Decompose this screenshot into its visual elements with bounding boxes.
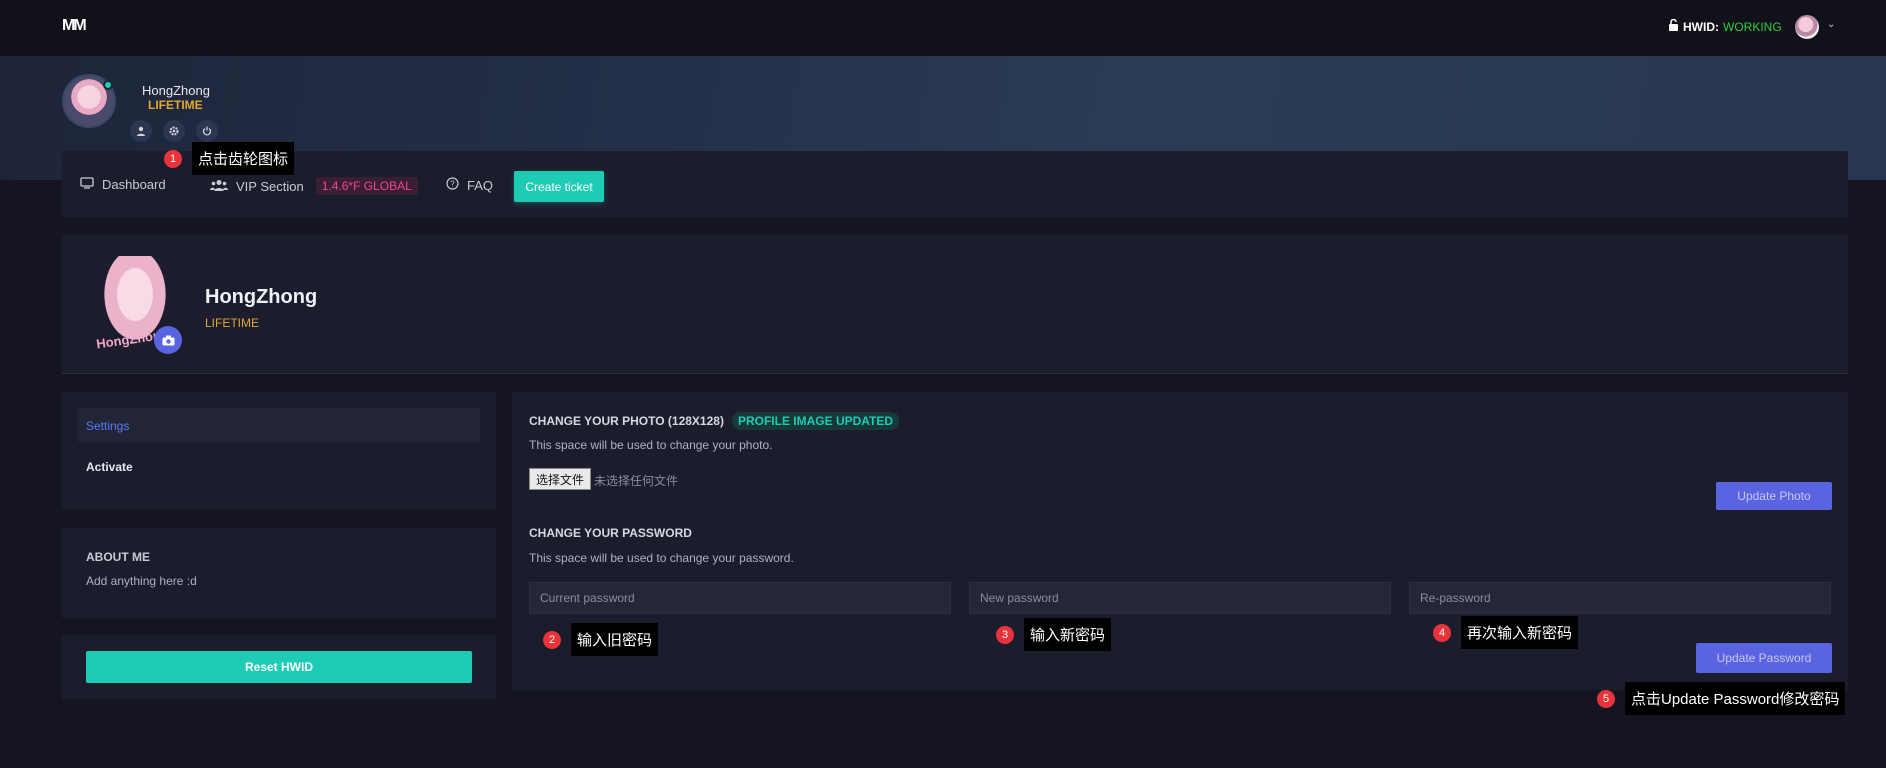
- question-icon: ?: [446, 177, 459, 193]
- callout-text: 输入旧密码: [571, 623, 659, 656]
- photo-desc: This space will be used to change your p…: [529, 438, 773, 452]
- photo-title: CHANGE YOUR PHOTO (128X128): [529, 414, 724, 428]
- choose-file-button[interactable]: 选择文件: [529, 468, 592, 490]
- callout-number: 2: [543, 630, 561, 649]
- nav-item-dashboard[interactable]: Dashboard: [80, 177, 166, 192]
- profile-plan: LIFETIME: [205, 316, 260, 330]
- callout-number: 5: [1597, 689, 1615, 708]
- nav-label: VIP Section: [236, 178, 304, 194]
- callout-number: 4: [1433, 623, 1451, 642]
- lock-open-icon: [1668, 18, 1679, 34]
- users-icon: [210, 179, 228, 194]
- new-password-input[interactable]: [969, 582, 1391, 614]
- profile-card: HongZhon HongZhong LIFETIME: [62, 234, 1848, 374]
- callout-5: 5 点击Update Password修改密码: [1597, 682, 1846, 715]
- about-title: ABOUT ME: [86, 550, 150, 564]
- power-icon[interactable]: [196, 120, 218, 142]
- hwid-label: HWID:: [1683, 19, 1719, 34]
- reset-hwid-button[interactable]: Reset HWID: [86, 651, 472, 683]
- chevron-down-icon[interactable]: ⌄: [1827, 19, 1835, 30]
- sidebar-item-settings[interactable]: Settings: [78, 408, 480, 442]
- gear-icon[interactable]: [163, 120, 185, 142]
- profile-updated-badge: PROFILE IMAGE UPDATED: [731, 412, 900, 430]
- about-me-card: ABOUT ME Add anything here :d: [62, 528, 496, 618]
- nav-item-faq[interactable]: ? FAQ: [446, 177, 493, 193]
- callout-number: 1: [164, 149, 182, 168]
- sidebar-item-activate[interactable]: Activate: [86, 460, 133, 474]
- callout-1: 1 点击齿轮图标: [164, 142, 295, 175]
- file-status: 未选择任何文件: [594, 474, 679, 488]
- user-avatar[interactable]: [1795, 15, 1819, 39]
- callout-4: 4 再次输入新密码: [1433, 616, 1579, 649]
- callout-text: 输入新密码: [1024, 618, 1112, 651]
- camera-icon[interactable]: [154, 326, 182, 354]
- re-password-input[interactable]: [1409, 582, 1831, 614]
- about-text: Add anything here :d: [86, 574, 197, 588]
- update-photo-button[interactable]: Update Photo: [1716, 482, 1832, 510]
- callout-text: 点击Update Password修改密码: [1625, 682, 1846, 715]
- settings-menu: Settings Activate: [62, 392, 496, 510]
- logo[interactable]: MM: [62, 17, 87, 39]
- nav-label: FAQ: [467, 177, 494, 193]
- current-password-input[interactable]: [529, 582, 951, 614]
- callout-3: 3 输入新密码: [996, 618, 1112, 651]
- photo-section-title: CHANGE YOUR PHOTO (128X128) PROFILE IMAG…: [529, 412, 900, 430]
- main-nav: Dashboard VIP Section 1.4.6*F GLOBAL ? F…: [62, 151, 1848, 217]
- callout-text: 再次输入新密码: [1461, 616, 1579, 649]
- callout-number: 3: [996, 625, 1014, 644]
- password-desc: This space will be used to change your p…: [529, 551, 794, 565]
- password-section-title: CHANGE YOUR PASSWORD: [529, 526, 692, 540]
- online-indicator: [103, 80, 113, 90]
- nav-label: Dashboard: [102, 177, 166, 192]
- user-icon[interactable]: [130, 120, 152, 142]
- callout-text: 点击齿轮图标: [192, 142, 295, 175]
- settings-panel: CHANGE YOUR PHOTO (128X128) PROFILE IMAG…: [512, 392, 1848, 690]
- svg-text:?: ?: [450, 180, 455, 189]
- topbar: MM HWID: WORKING ⌄: [0, 0, 1886, 56]
- callout-2: 2 输入旧密码: [543, 623, 659, 656]
- hwid-status: HWID: WORKING: [1668, 18, 1782, 34]
- reset-card: Reset HWID: [62, 635, 496, 699]
- version-badge: 1.4.6*F GLOBAL: [315, 177, 418, 195]
- banner-plan: LIFETIME: [148, 98, 203, 112]
- nav-item-vip[interactable]: VIP Section 1.4.6*F GLOBAL: [210, 177, 418, 195]
- profile-name: HongZhong: [205, 286, 318, 308]
- hwid-status-value: WORKING: [1723, 19, 1782, 34]
- banner-username: HongZhong: [142, 83, 210, 98]
- monitor-icon: [80, 177, 94, 192]
- create-ticket-button[interactable]: Create ticket: [514, 171, 604, 202]
- update-password-button[interactable]: Update Password: [1696, 643, 1832, 673]
